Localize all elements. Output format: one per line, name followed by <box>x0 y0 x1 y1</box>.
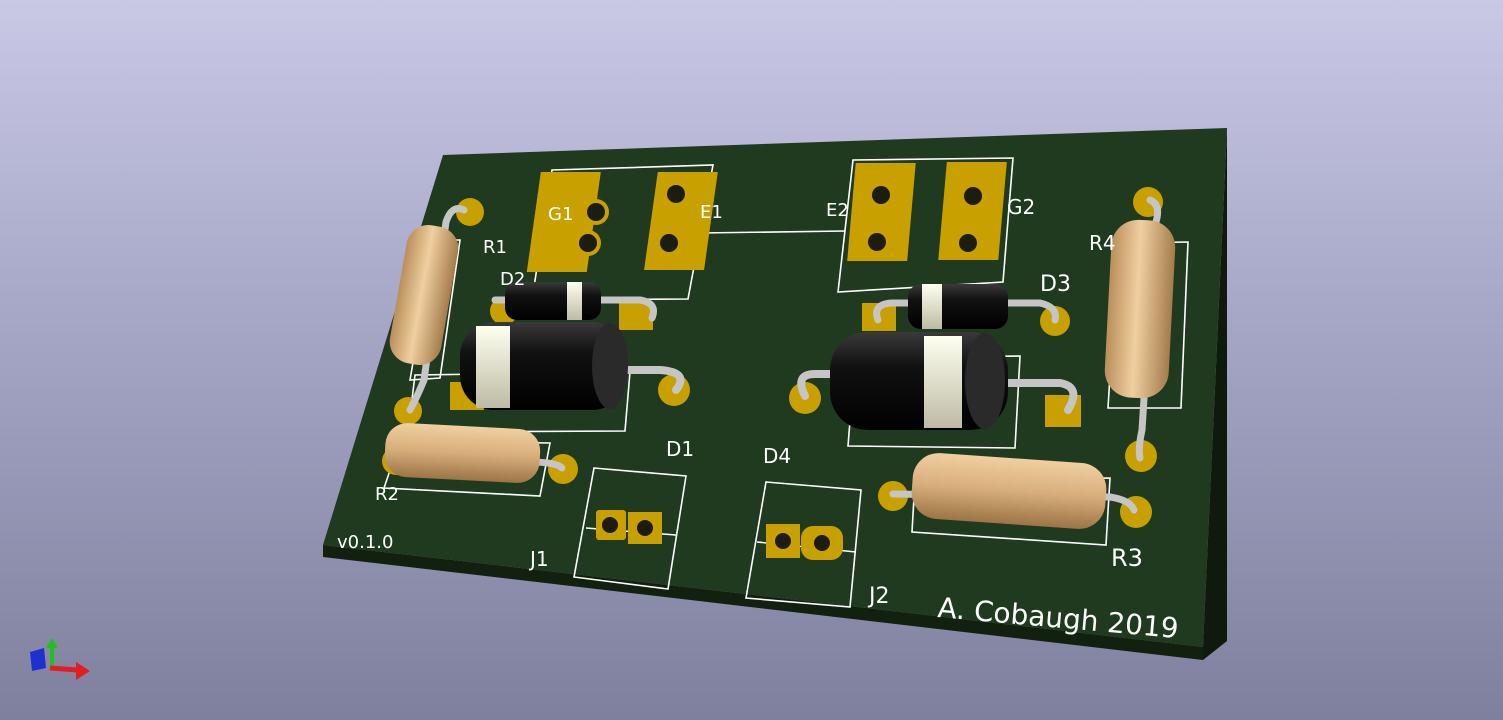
designator-j2: J2 <box>867 584 890 609</box>
designator-r3: R3 <box>1111 544 1143 572</box>
designator-d2: D2 <box>500 269 525 290</box>
designator-d1: D1 <box>666 437 694 461</box>
designator-j1: J1 <box>528 547 549 571</box>
designator-r1: R1 <box>483 237 507 258</box>
version-label: v0.1.0 <box>337 532 393 553</box>
designator-g1: G1 <box>548 204 573 225</box>
designator-r2: R2 <box>375 484 399 505</box>
designator-d3: D3 <box>1040 272 1071 297</box>
designator-e2: E2 <box>826 200 849 221</box>
3d-viewer-canvas[interactable]: G1 E1 E2 G2 R1 R4 D2 D3 D1 D4 R2 R3 J1 J… <box>0 0 1503 720</box>
designator-r4: R4 <box>1089 231 1116 255</box>
designator-g2: G2 <box>1007 195 1035 219</box>
xyz-axes-icon <box>30 638 90 680</box>
designator-d4: D4 <box>763 444 791 468</box>
designator-e1: E1 <box>700 202 723 223</box>
